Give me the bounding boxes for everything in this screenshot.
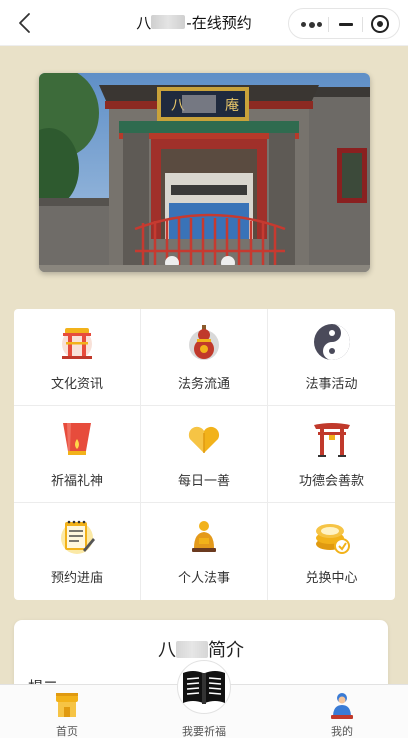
temple-gate-illustration: 八 庵 — [39, 73, 370, 272]
menu-item-label: 祈福礼神 — [50, 474, 103, 489]
blurred-name — [151, 15, 186, 29]
open-book-icon[interactable] — [181, 667, 227, 707]
menu-item-label: 每日一善 — [177, 474, 230, 489]
tab-mine-label: 我的 — [331, 725, 353, 738]
intro-title-prefix: 八 — [158, 640, 176, 661]
menu-item-label: 兑换中心 — [305, 571, 358, 586]
minimize-icon[interactable] — [339, 23, 353, 26]
menu-item-label: 法事活动 — [305, 377, 358, 392]
gate-icon — [313, 423, 350, 457]
page-title-text: -在线预约 — [186, 14, 252, 32]
menu-item-exchange-center[interactable]: 兑换中心 — [268, 503, 395, 600]
menu-item-daily-good-deed[interactable]: 每日一善 — [141, 406, 268, 503]
page-title-prefix: 八 — [136, 14, 152, 32]
person-icon — [192, 521, 216, 552]
menu-item-culture-news[interactable]: 文化资讯 — [14, 309, 141, 406]
coins-icon — [315, 524, 350, 554]
navbar: 八 -在线预约 — [0, 0, 408, 46]
tab-home-label: 首页 — [56, 725, 78, 738]
menu-item-dharma-circulation[interactable]: 法务流通 — [141, 309, 268, 406]
monk-avatar-icon — [331, 693, 353, 719]
tab-home[interactable]: 首页 — [17, 685, 117, 738]
tab-mine[interactable]: 我的 — [292, 685, 392, 738]
intro-title: 八 简介 — [14, 636, 388, 662]
feature-grid: 文化资讯 法务流通 法事活动 祈福礼神 每日一善 功德会善款 预约进庙 个人法事… — [14, 309, 395, 600]
menu-item-label: 预约进庙 — [50, 571, 103, 586]
menu-item-label: 法务流通 — [177, 377, 230, 392]
menu-item-label: 个人法事 — [177, 571, 230, 586]
pavilion-icon — [62, 328, 92, 359]
menu-item-merit-donation[interactable]: 功德会善款 — [268, 406, 395, 503]
menu-item-ritual-activities[interactable]: 法事活动 — [268, 309, 395, 406]
plaque-char-right: 庵 — [225, 97, 239, 114]
gourd-icon — [189, 325, 219, 360]
page-title: 八 -在线预约 — [100, 0, 288, 46]
mini-program-capsule — [288, 8, 400, 39]
menu-item-label: 文化资讯 — [50, 377, 103, 392]
more-dots-icon[interactable] — [301, 21, 323, 28]
notepad-icon — [61, 520, 95, 554]
menu-item-blessing[interactable]: 祈福礼神 — [14, 406, 141, 503]
menu-item-personal-ritual[interactable]: 个人法事 — [141, 503, 268, 600]
sky-lantern-icon — [63, 423, 91, 455]
banner-image[interactable]: 八 庵 — [39, 73, 370, 272]
chevron-left-icon[interactable] — [14, 11, 38, 35]
menu-item-label: 功德会善款 — [298, 474, 364, 489]
yin-yang-icon — [313, 324, 350, 360]
blurred-name — [176, 641, 208, 658]
intro-title-suffix: 简介 — [208, 640, 244, 661]
target-close-icon[interactable] — [371, 15, 389, 33]
heart-icon — [188, 426, 220, 453]
tab-pray-label: 我要祈福 — [182, 725, 226, 738]
shop-home-icon — [56, 693, 78, 717]
menu-item-book-visit[interactable]: 预约进庙 — [14, 503, 141, 600]
